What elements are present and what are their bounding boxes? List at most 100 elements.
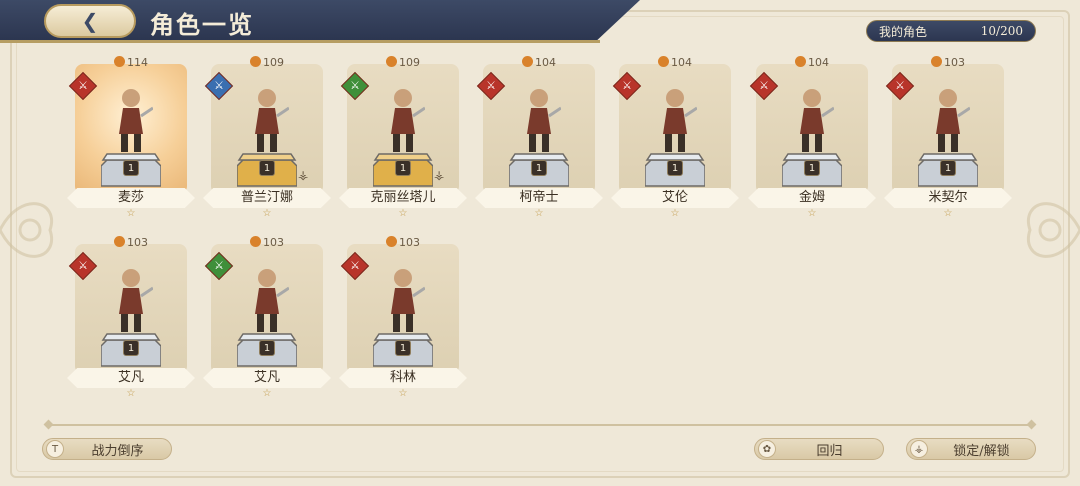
character-sprite <box>936 89 970 152</box>
character-name: 金姆 <box>748 188 876 208</box>
character-card[interactable]: 104 ⚔ 1 柯帝士 ☆ <box>475 56 603 219</box>
character-name: 艾伦 <box>611 188 739 208</box>
power-rating: 109 <box>339 56 467 69</box>
flame-icon <box>795 56 806 67</box>
sort-button[interactable]: T 战力倒序 <box>42 438 172 460</box>
character-card[interactable]: 104 ⚔ 1 艾伦 ☆ <box>611 56 739 219</box>
character-card[interactable]: 104 ⚔ 1 金姆 ☆ <box>748 56 876 219</box>
flame-icon <box>114 236 125 247</box>
power-value: 103 <box>263 236 284 249</box>
return-button[interactable]: ✿ 回归 <box>754 438 884 460</box>
power-rating: 104 <box>475 56 603 69</box>
flame-icon <box>386 236 397 247</box>
roster-count: 10/200 <box>980 24 1023 38</box>
character-card[interactable]: 109 ⚔ 1 ⚶ 普兰汀娜 ☆ <box>203 56 331 219</box>
level-badge: 1 <box>940 160 956 176</box>
power-rating: 103 <box>884 56 1012 69</box>
character-sprite <box>255 269 289 332</box>
sort-label: 战力倒序 <box>91 443 144 459</box>
padlock-icon: ⚶ <box>910 440 928 458</box>
right-ornament-icon <box>1026 202 1080 258</box>
character-sprite <box>527 89 561 152</box>
power-value: 104 <box>535 56 556 69</box>
character-name: 科林 <box>339 368 467 388</box>
power-value: 103 <box>944 56 965 69</box>
character-sprite <box>119 269 153 332</box>
flame-icon <box>658 56 669 67</box>
flame-icon <box>522 56 533 67</box>
power-value: 114 <box>127 56 148 69</box>
character-sprite <box>800 89 834 152</box>
left-ornament-icon <box>0 202 54 258</box>
level-badge: 1 <box>804 160 820 176</box>
character-card[interactable]: 103 ⚔ 1 艾凡 ☆ <box>67 236 195 399</box>
star-rating: ☆ <box>398 208 408 219</box>
power-rating: 104 <box>611 56 739 69</box>
character-card[interactable]: 103 ⚔ 1 科林 ☆ <box>339 236 467 399</box>
character-sprite <box>119 89 153 152</box>
power-rating: 103 <box>67 236 195 249</box>
character-name: 艾凡 <box>203 368 331 388</box>
power-value: 109 <box>263 56 284 69</box>
star-rating: ☆ <box>943 208 953 219</box>
power-value: 104 <box>808 56 829 69</box>
star-rating: ☆ <box>670 208 680 219</box>
level-badge: 1 <box>531 160 547 176</box>
lock-label: 锁定/解锁 <box>953 443 1010 459</box>
character-sprite <box>391 269 425 332</box>
power-rating: 103 <box>203 236 331 249</box>
roster-counter: 我的角色 10/200 <box>866 20 1036 42</box>
padlock-icon: ⚶ <box>434 168 445 182</box>
character-name: 麦莎 <box>67 188 195 208</box>
page-title: 角色一览 <box>150 10 254 39</box>
power-value: 104 <box>671 56 692 69</box>
character-sprite <box>663 89 697 152</box>
level-badge: 1 <box>123 340 139 356</box>
star-rating: ☆ <box>126 388 136 399</box>
star-rating: ☆ <box>262 208 272 219</box>
character-card[interactable]: 103 ⚔ 1 米契尔 ☆ <box>884 56 1012 219</box>
power-value: 103 <box>399 236 420 249</box>
power-value: 103 <box>127 236 148 249</box>
header-trim <box>0 40 600 43</box>
flame-icon <box>114 56 125 67</box>
star-rating: ☆ <box>807 208 817 219</box>
flame-icon <box>931 56 942 67</box>
footer-divider <box>48 424 1032 426</box>
roster-label: 我的角色 <box>879 24 928 39</box>
power-rating: 109 <box>203 56 331 69</box>
character-name: 米契尔 <box>884 188 1012 208</box>
flame-icon <box>386 56 397 67</box>
character-name: 普兰汀娜 <box>203 188 331 208</box>
level-badge: 1 <box>667 160 683 176</box>
level-badge: 1 <box>259 340 275 356</box>
power-rating: 104 <box>748 56 876 69</box>
character-card[interactable]: 109 ⚔ 1 ⚶ 克丽丝塔儿 ☆ <box>339 56 467 219</box>
character-name: 克丽丝塔儿 <box>339 188 467 208</box>
flame-icon <box>250 236 261 247</box>
character-card[interactable]: 114 ⚔ 1 麦莎 ☆ <box>67 56 195 219</box>
power-rating: 103 <box>339 236 467 249</box>
star-rating: ☆ <box>398 388 408 399</box>
character-sprite <box>391 89 425 152</box>
flame-icon <box>250 56 261 67</box>
character-sprite <box>255 89 289 152</box>
level-badge: 1 <box>395 340 411 356</box>
return-label: 回归 <box>816 443 843 459</box>
padlock-icon: ⚶ <box>298 168 309 182</box>
lock-toggle-button[interactable]: ⚶ 锁定/解锁 <box>906 438 1036 460</box>
sort-icon: T <box>46 440 64 458</box>
character-name: 艾凡 <box>67 368 195 388</box>
level-badge: 1 <box>259 160 275 176</box>
star-rating: ☆ <box>262 388 272 399</box>
level-badge: 1 <box>123 160 139 176</box>
back-button[interactable]: ❮ <box>44 4 136 38</box>
power-rating: 114 <box>67 56 195 69</box>
power-value: 109 <box>399 56 420 69</box>
back-arrow-icon: ❮ <box>81 9 99 33</box>
star-rating: ☆ <box>126 208 136 219</box>
star-rating: ☆ <box>534 208 544 219</box>
character-card[interactable]: 103 ⚔ 1 艾凡 ☆ <box>203 236 331 399</box>
lotus-icon: ✿ <box>758 440 776 458</box>
character-name: 柯帝士 <box>475 188 603 208</box>
